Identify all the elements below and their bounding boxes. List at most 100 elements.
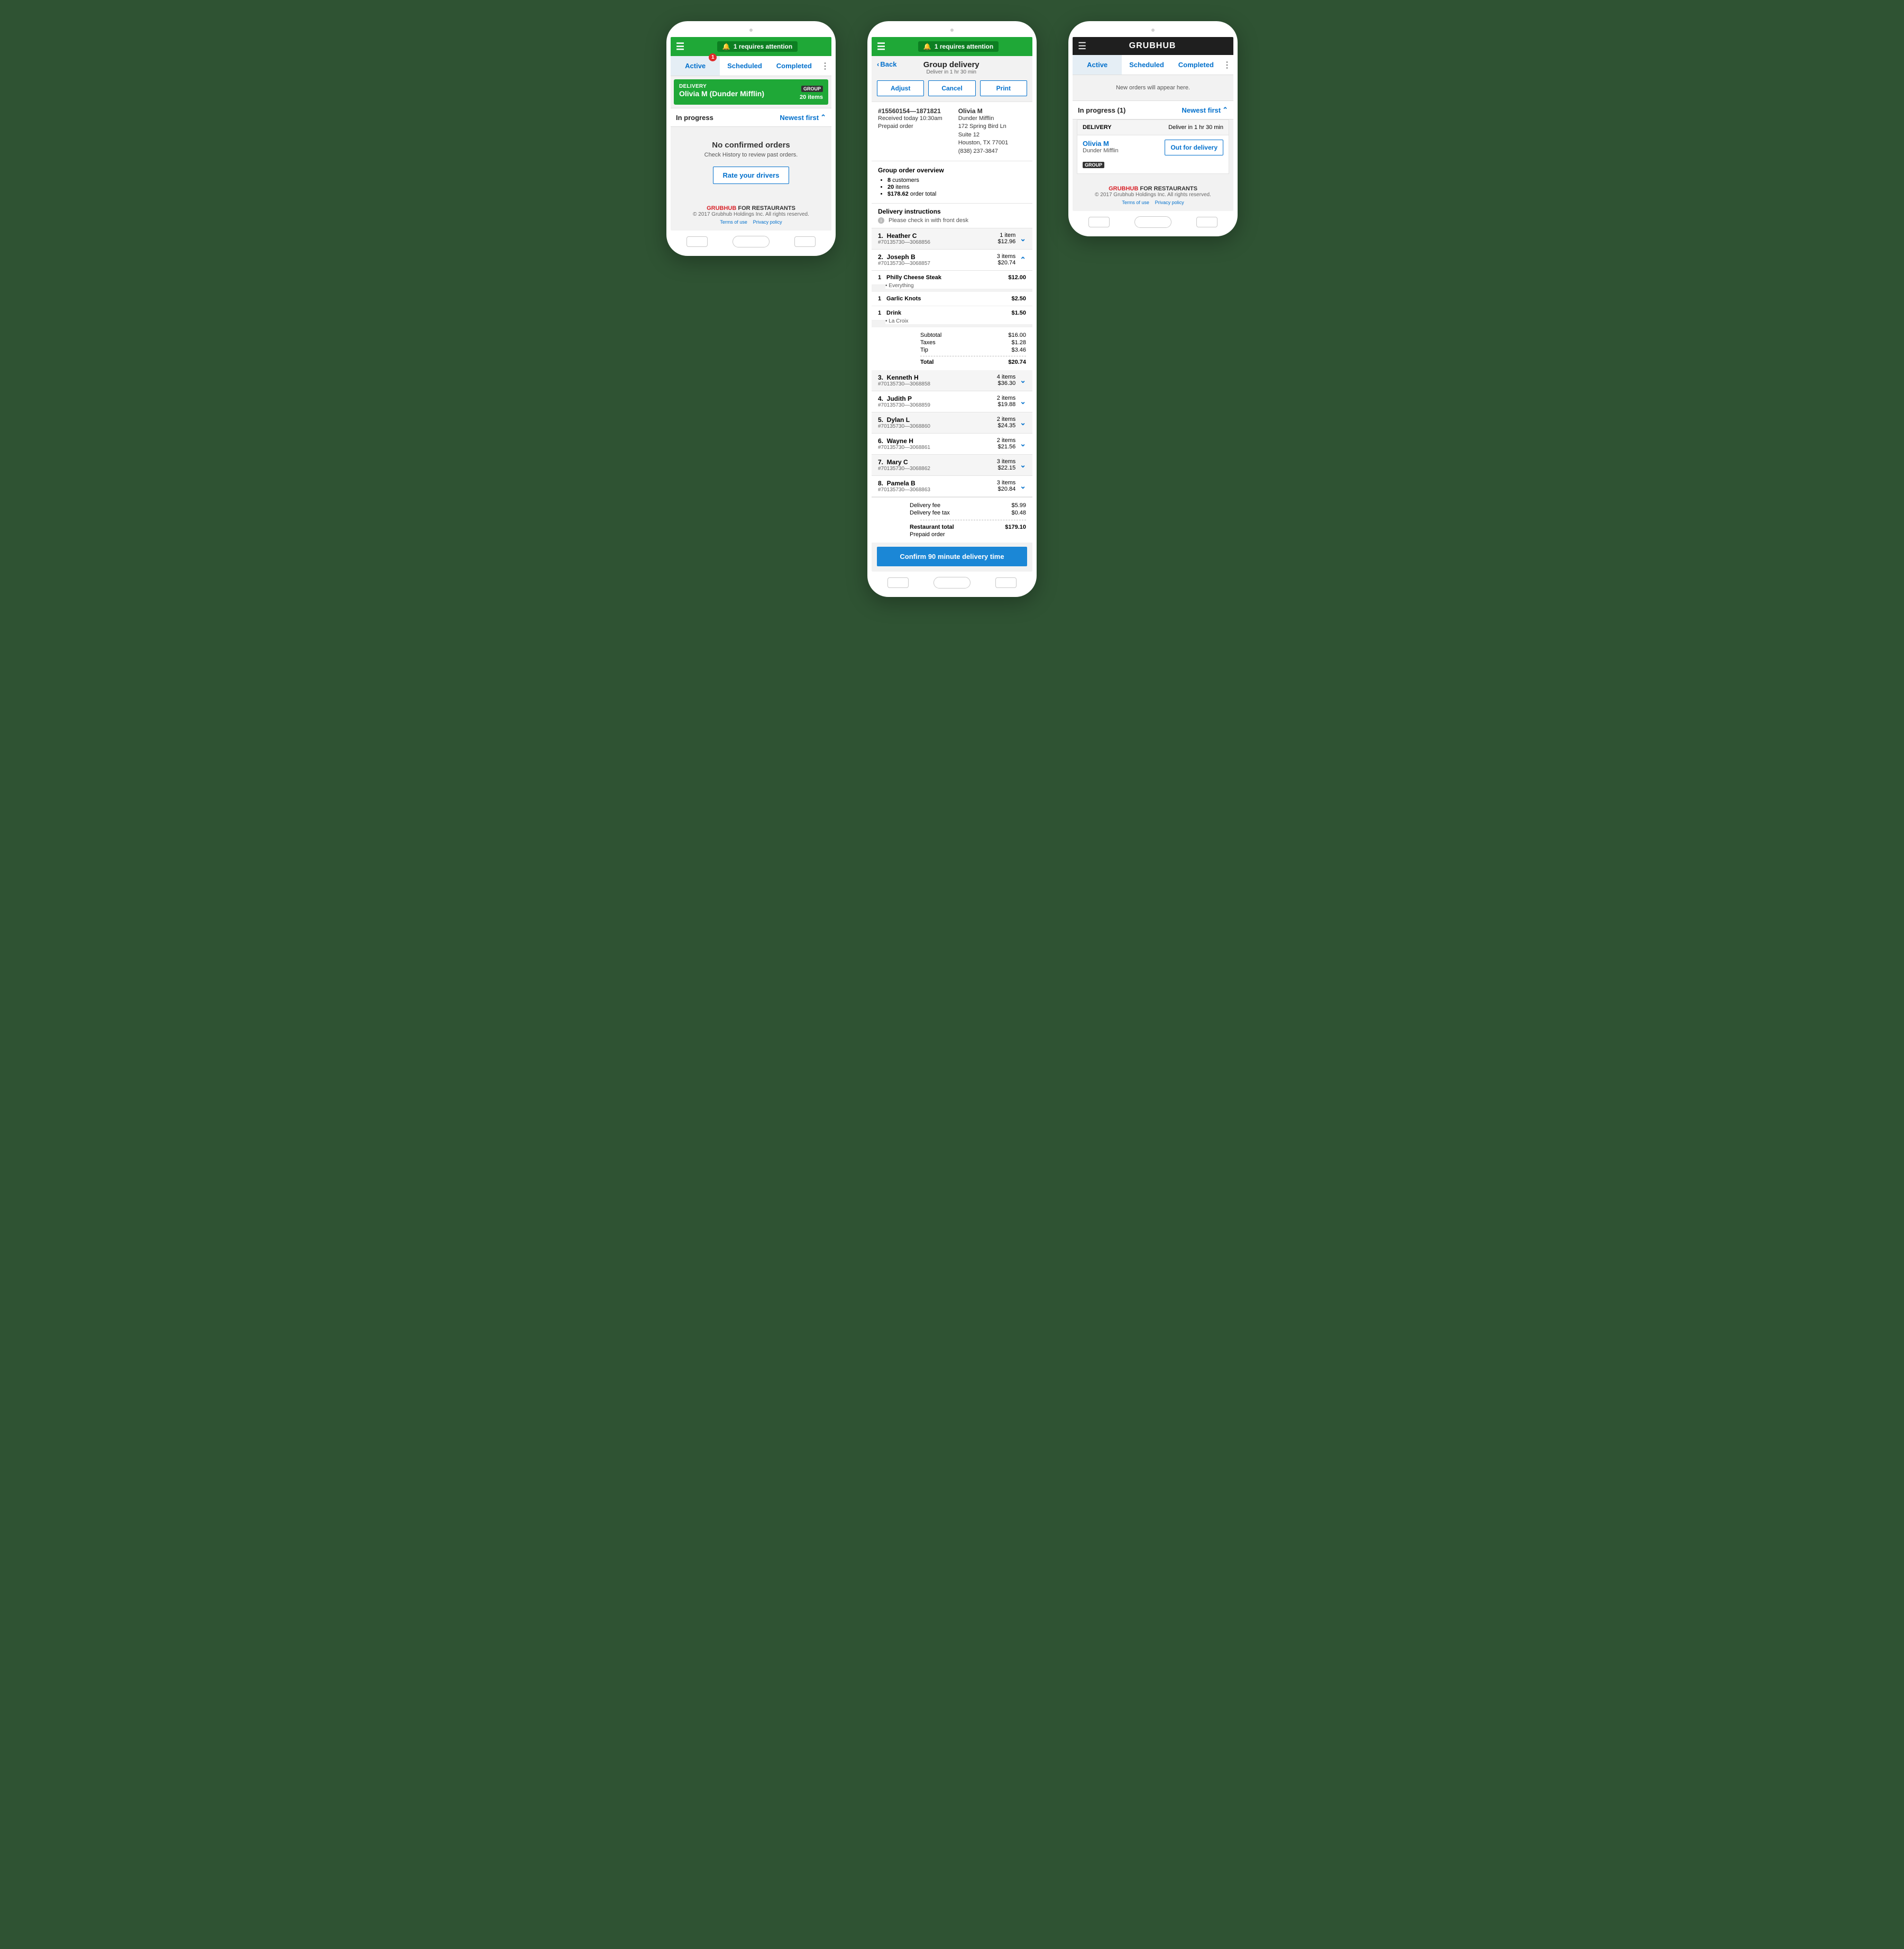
tab-completed[interactable]: Completed: [770, 56, 819, 76]
nav-back-icon[interactable]: [1196, 217, 1218, 227]
out-for-delivery-button[interactable]: Out for delivery: [1165, 140, 1223, 155]
item-modifier: Everything: [885, 283, 1032, 289]
print-button[interactable]: Print: [980, 80, 1027, 96]
empty-title: No confirmed orders: [678, 141, 824, 150]
attention-pill[interactable]: 🔔 1 requires attention: [717, 41, 798, 52]
back-button[interactable]: ‹ Back: [877, 60, 896, 68]
person-totals: Subtotal$16.00Taxes$1.28Tip$3.46Total$20…: [872, 327, 1032, 370]
nav-recent-icon[interactable]: [887, 577, 909, 588]
group-badge: GROUP: [801, 86, 823, 92]
sort-button[interactable]: Newest first ⌃: [780, 113, 826, 122]
footer: GRUBHUB FOR RESTAURANTS © 2017 Grubhub H…: [1073, 178, 1233, 211]
person-row[interactable]: 7. Mary C#70135730—30688623 items$22.15⌄: [872, 455, 1032, 476]
person-row[interactable]: 2. Joseph B#70135730—30688573 items$20.7…: [872, 250, 1032, 271]
section-title: In progress (1): [1078, 106, 1125, 114]
person-row[interactable]: 6. Wayne H#70135730—30688612 items$21.56…: [872, 434, 1032, 455]
bell-icon: 🔔: [722, 43, 730, 50]
footer: GRUBHUB FOR RESTAURANTS © 2017 Grubhub H…: [671, 198, 831, 231]
tab-scheduled[interactable]: Scheduled: [1122, 55, 1171, 75]
nav-home-icon[interactable]: [1134, 216, 1171, 228]
customer-info: Olivia M Dunder Mifflin 172 Spring Bird …: [958, 107, 1009, 155]
chevron-down-icon: ⌄: [1020, 376, 1026, 385]
android-nav: [872, 572, 1032, 591]
rate-drivers-button[interactable]: Rate your drivers: [713, 167, 790, 184]
person-row[interactable]: 4. Judith P#70135730—30688592 items$19.8…: [872, 391, 1032, 412]
terms-link[interactable]: Terms of use: [1122, 200, 1149, 205]
delivery-instructions: Delivery instructions i Please check in …: [872, 204, 1032, 228]
tab-active[interactable]: Active 1: [671, 56, 720, 76]
chevron-left-icon: ‹: [877, 60, 879, 68]
chevron-down-icon: ⌄: [1020, 439, 1026, 448]
page-title: Group delivery: [896, 60, 1006, 69]
customer-name: Olivia M: [1083, 140, 1119, 148]
chevron-up-icon: ⌃: [820, 113, 826, 122]
company-name: Dunder Mifflin: [1083, 148, 1119, 154]
android-nav: [1073, 211, 1233, 230]
nav-home-icon[interactable]: [933, 577, 971, 589]
tab-active[interactable]: Active: [1073, 55, 1122, 75]
attention-text: 1 requires attention: [734, 43, 792, 50]
privacy-link[interactable]: Privacy policy: [753, 219, 782, 225]
page-subtitle: Deliver in 1 hr 30 min: [896, 69, 1006, 75]
adjust-button[interactable]: Adjust: [877, 80, 924, 96]
person-row[interactable]: 1. Heather C#70135730—30688561 item$12.9…: [872, 228, 1032, 250]
privacy-link[interactable]: Privacy policy: [1155, 200, 1184, 205]
item-count: 20 items: [800, 94, 823, 100]
person-row[interactable]: 8. Pamela B#70135730—30688633 items$20.8…: [872, 476, 1032, 497]
attention-text: 1 requires attention: [935, 43, 993, 50]
person-row[interactable]: 3. Kenneth H#70135730—30688584 items$36.…: [872, 370, 1032, 391]
chevron-up-icon: ⌃: [1222, 106, 1228, 114]
copyright: © 2017 Grubhub Holdings Inc. All rights …: [1078, 192, 1228, 198]
nav-recent-icon[interactable]: [686, 236, 708, 247]
delivery-card[interactable]: DELIVERY Olivia M (Dunder Mifflin) GROUP…: [674, 79, 828, 105]
sort-button[interactable]: Newest first ⌃: [1182, 106, 1228, 114]
order-type: DELIVERY: [1083, 124, 1112, 131]
chevron-down-icon: ⌄: [1020, 482, 1026, 491]
chevron-down-icon: ⌄: [1020, 461, 1026, 470]
android-nav: [671, 231, 831, 250]
menu-icon[interactable]: ☰: [1078, 41, 1086, 51]
grubhub-logo: GRUBHUB: [1086, 41, 1219, 51]
attention-pill[interactable]: 🔔 1 requires attention: [918, 41, 999, 52]
empty-state: No confirmed orders Check History to rev…: [671, 127, 831, 198]
order-info: #15560154—1871821 Received today 10:30am…: [878, 107, 942, 155]
order-card[interactable]: DELIVERY Deliver in 1 hr 30 min Olivia M…: [1077, 119, 1229, 174]
order-item: 1Garlic Knots$2.50: [872, 292, 1032, 306]
nav-home-icon[interactable]: [733, 236, 770, 247]
new-orders-message: New orders will appear here.: [1073, 75, 1233, 100]
terms-link[interactable]: Terms of use: [720, 219, 747, 225]
nav-back-icon[interactable]: [794, 236, 816, 247]
menu-icon[interactable]: ☰: [676, 42, 684, 51]
cancel-button[interactable]: Cancel: [928, 80, 975, 96]
info-icon: i: [878, 217, 884, 224]
delivery-customer-name: Olivia M (Dunder Mifflin): [679, 89, 764, 98]
person-row[interactable]: 5. Dylan L#70135730—30688602 items$24.35…: [872, 412, 1032, 434]
top-bar: ☰ GRUBHUB: [1073, 37, 1233, 55]
delivery-fees: Delivery fee$5.99 Delivery fee tax$0.48 …: [872, 497, 1032, 543]
group-overview: Group order overview 8 customers 20 item…: [872, 161, 1032, 204]
section-header: In progress (1) Newest first ⌃: [1073, 100, 1233, 119]
copyright: © 2017 Grubhub Holdings Inc. All rights …: [676, 212, 826, 217]
nav-back-icon[interactable]: [995, 577, 1017, 588]
order-eta: Deliver in 1 hr 30 min: [1168, 124, 1223, 131]
bell-icon: 🔔: [923, 43, 931, 50]
confirm-button[interactable]: Confirm 90 minute delivery time: [877, 547, 1027, 566]
tab-more-icon[interactable]: ⋮: [819, 57, 831, 76]
attention-bar: ☰ 🔔 1 requires attention: [872, 37, 1032, 56]
delivery-type: DELIVERY: [679, 84, 764, 89]
nav-recent-icon[interactable]: [1088, 217, 1110, 227]
tabs: Active 1 Scheduled Completed ⋮: [671, 56, 831, 76]
empty-subtitle: Check History to review past orders.: [678, 152, 824, 158]
chevron-down-icon: ⌄: [1020, 234, 1026, 243]
tab-scheduled[interactable]: Scheduled: [720, 56, 769, 76]
group-badge: GROUP: [1083, 162, 1104, 168]
item-modifier: La Croix: [885, 318, 1032, 324]
attention-bar: ☰ 🔔 1 requires attention: [671, 37, 831, 56]
tab-more-icon[interactable]: ⋮: [1221, 56, 1233, 75]
chevron-down-icon: ⌄: [1020, 418, 1026, 427]
menu-icon[interactable]: ☰: [877, 42, 885, 51]
section-title: In progress: [676, 114, 713, 122]
section-header: In progress Newest first ⌃: [671, 108, 831, 127]
tab-completed[interactable]: Completed: [1171, 55, 1221, 75]
tab-badge: 1: [709, 53, 717, 61]
